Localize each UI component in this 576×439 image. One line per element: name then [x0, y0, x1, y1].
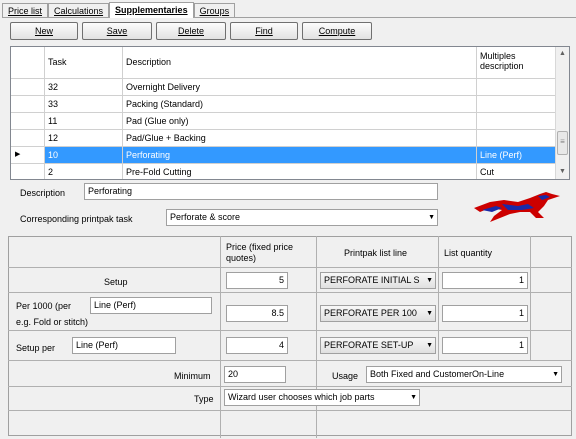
tab-strip: Price list Calculations Supplementaries … — [2, 2, 236, 18]
current-row-indicator-icon[interactable]: ▶ — [11, 147, 45, 164]
setup-per-quantity-field[interactable]: 1 — [442, 337, 528, 354]
printpak-task-select[interactable]: Perforate & score ▼ — [166, 209, 438, 226]
multiples-cell[interactable] — [477, 79, 557, 96]
multiples-cell[interactable] — [477, 130, 557, 147]
column-divider — [438, 236, 439, 360]
multiples-cell[interactable]: Cut — [477, 164, 557, 179]
column-divider — [530, 236, 531, 360]
setup-label: Setup — [104, 277, 128, 287]
description-cell[interactable]: Overnight Delivery — [123, 79, 477, 96]
description-cell[interactable]: Perforating — [123, 147, 477, 164]
setup-per-price-field[interactable]: 4 — [226, 337, 288, 354]
row-divider — [8, 292, 572, 293]
per-1000-printpak-line-value: PERFORATE PER 100 — [324, 308, 417, 318]
description-cell[interactable]: Packing (Standard) — [123, 96, 477, 113]
task-cell[interactable]: 12 — [45, 130, 123, 147]
scroll-down-icon[interactable]: ▼ — [556, 165, 569, 179]
setup-printpak-line-select[interactable]: PERFORATE INITIAL S ▼ — [320, 272, 436, 289]
multiples-column-header[interactable]: Multiples description — [477, 47, 557, 79]
type-select[interactable]: Wizard user chooses which job parts ▼ — [224, 389, 420, 406]
tab-divider — [2, 17, 576, 18]
row-divider — [8, 386, 572, 387]
task-cell[interactable]: 10 — [45, 147, 123, 164]
setup-quantity-field[interactable]: 1 — [442, 272, 528, 289]
task-column-header[interactable]: Task — [45, 47, 123, 79]
per-1000-price-field[interactable]: 8.5 — [226, 305, 288, 322]
per-1000-quantity-field[interactable]: 1 — [442, 305, 528, 322]
row-selector[interactable] — [11, 79, 45, 96]
setup-price-field[interactable]: 5 — [226, 272, 288, 289]
description-cell[interactable]: Pre-Fold Cutting — [123, 164, 477, 179]
row-divider — [8, 330, 572, 331]
per-1000-unit-field[interactable]: Line (Perf) — [90, 297, 212, 314]
minimum-field[interactable]: 20 — [224, 366, 286, 383]
tab-supplementaries[interactable]: Supplementaries — [109, 2, 194, 18]
description-cell[interactable]: Pad (Glue only) — [123, 113, 477, 130]
tab-groups[interactable]: Groups — [193, 3, 236, 18]
description-column-header[interactable]: Description — [123, 47, 477, 79]
new-button[interactable]: New — [10, 22, 78, 40]
tab-price-list[interactable]: Price list — [2, 3, 49, 18]
per-1000-printpak-line-select[interactable]: PERFORATE PER 100 ▼ — [320, 305, 436, 322]
task-cell[interactable]: 11 — [45, 113, 123, 130]
row-selector[interactable] — [11, 164, 45, 179]
minimum-label: Minimum — [174, 371, 211, 381]
row-header-column — [11, 47, 45, 79]
task-cell[interactable]: 2 — [45, 164, 123, 179]
setup-per-printpak-line-value: PERFORATE SET-UP — [324, 340, 414, 350]
chevron-down-icon[interactable]: ▼ — [426, 338, 433, 353]
pricing-panel — [8, 236, 572, 436]
chevron-down-icon[interactable]: ▼ — [426, 273, 433, 288]
printpak-task-label: Corresponding printpak task — [20, 214, 133, 224]
scroll-thumb[interactable]: ≡ — [557, 131, 568, 155]
usage-label: Usage — [332, 371, 359, 381]
row-divider — [8, 360, 572, 361]
scroll-up-icon[interactable]: ▲ — [556, 47, 569, 61]
row-divider — [8, 267, 572, 268]
chevron-down-icon[interactable]: ▼ — [410, 390, 417, 405]
description-field[interactable]: Perforating — [84, 183, 438, 200]
greyhound-logo-icon — [474, 192, 560, 222]
setup-per-unit-field[interactable]: Line (Perf) — [72, 337, 176, 354]
chevron-down-icon[interactable]: ▼ — [428, 210, 435, 225]
task-cell[interactable]: 33 — [45, 96, 123, 113]
multiples-cell[interactable] — [477, 96, 557, 113]
task-cell[interactable]: 32 — [45, 79, 123, 96]
save-button[interactable]: Save — [82, 22, 152, 40]
row-selector[interactable] — [11, 96, 45, 113]
multiples-cell[interactable] — [477, 113, 557, 130]
type-label: Type — [194, 394, 214, 404]
supplementaries-grid[interactable]: Task Description Multiples description 3… — [10, 46, 570, 180]
type-value: Wizard user chooses which job parts — [228, 392, 375, 402]
printpak-line-column-header: Printpak list line — [344, 248, 408, 258]
row-selector[interactable] — [11, 113, 45, 130]
per-1000-label: Per 1000 (per — [16, 301, 72, 311]
price-column-header: Price (fixed price quotes) — [226, 242, 294, 263]
chevron-down-icon[interactable]: ▼ — [426, 306, 433, 321]
grid-scrollbar[interactable]: ▲ ≡ ▼ — [555, 47, 569, 179]
setup-per-label: Setup per — [16, 343, 56, 353]
per-1000-hint: e.g. Fold or stitch) — [16, 317, 89, 327]
compute-button[interactable]: Compute — [302, 22, 372, 40]
tab-calculations[interactable]: Calculations — [48, 3, 110, 18]
usage-value: Both Fixed and CustomerOn-Line — [370, 369, 505, 379]
usage-select[interactable]: Both Fixed and CustomerOn-Line ▼ — [366, 366, 562, 383]
setup-printpak-line-value: PERFORATE INITIAL S — [324, 275, 420, 285]
list-quantity-column-header: List quantity — [444, 248, 493, 258]
chevron-down-icon[interactable]: ▼ — [552, 367, 559, 382]
description-cell[interactable]: Pad/Glue + Backing — [123, 130, 477, 147]
find-button[interactable]: Find — [230, 22, 298, 40]
row-selector[interactable] — [11, 130, 45, 147]
printpak-task-value: Perforate & score — [170, 212, 241, 222]
row-divider — [8, 410, 572, 411]
delete-button[interactable]: Delete — [156, 22, 226, 40]
multiples-cell[interactable]: Line (Perf) — [477, 147, 557, 164]
setup-per-printpak-line-select[interactable]: PERFORATE SET-UP ▼ — [320, 337, 436, 354]
description-label: Description — [20, 188, 66, 198]
